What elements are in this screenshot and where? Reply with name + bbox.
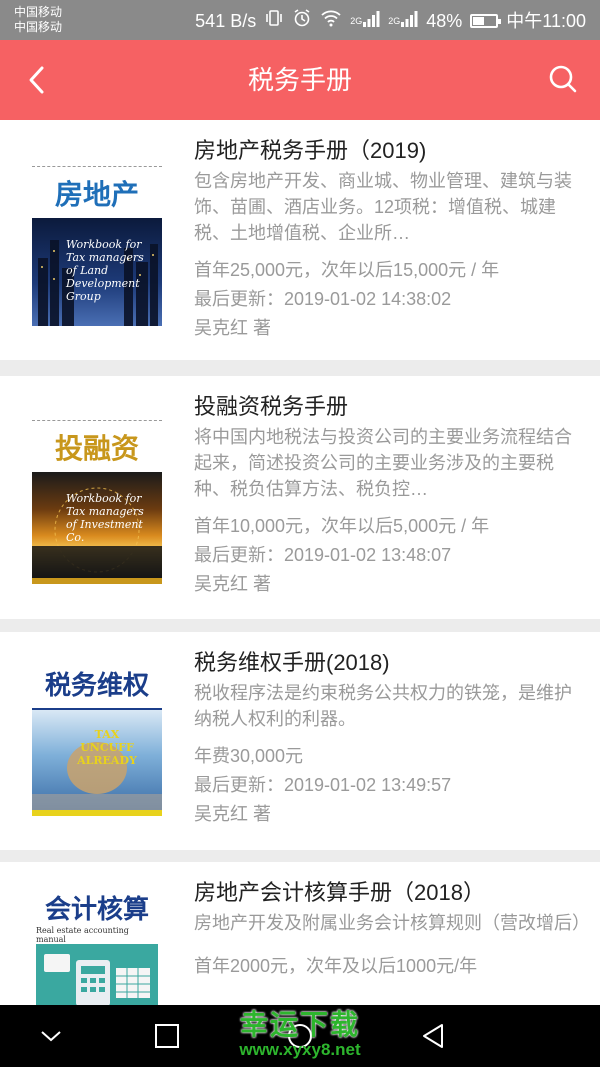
book-updated: 最后更新：2019-01-02 13:49:57	[194, 775, 452, 795]
cover-label: 房地产	[32, 166, 162, 218]
search-button[interactable]	[548, 64, 578, 94]
book-card[interactable]: 会计核算 Real estate accounting manual 房地产会计…	[0, 862, 600, 1005]
network-speed: 541 B/s	[195, 11, 257, 31]
status-bar: 中国移动 中国移动 541 B/s 2G 2G 48% 中午11:00	[0, 0, 600, 40]
book-info: 税务维权手册(2018) 税收程序法是约束税务公共权力的铁笼，是维护纳税人权利的…	[194, 648, 584, 829]
signal-label-2: 2G	[388, 16, 401, 26]
book-description: 包含房地产开发、商业城、物业管理、建筑与装饰、苗圃、酒店业务。12项税：增值税、…	[194, 171, 572, 243]
book-card[interactable]: 房地产 Workbook for Tax managers of Land De…	[0, 120, 600, 360]
search-icon	[549, 65, 577, 93]
book-card[interactable]: 税务维权 TAX UNCUFF ALREADY 税务维权手册(2018) 税收程…	[0, 632, 600, 850]
book-updated: 最后更新：2019-01-02 13:48:07	[194, 545, 452, 565]
book-title: 投融资税务手册	[194, 394, 349, 419]
carrier-line-2: 中国移动	[14, 20, 63, 34]
book-author: 吴克红 著	[194, 574, 272, 594]
book-description: 房地产开发及附属业务会计核算规则（营改增后）	[194, 913, 584, 933]
signal-icon-2: 2G	[388, 9, 418, 33]
book-price: 首年25,000元，次年以后15,000元 / 年	[194, 260, 500, 280]
carrier-info: 中国移动 中国移动	[14, 5, 62, 35]
watermark-title: 幸运下载	[239, 1009, 360, 1040]
book-updated: 最后更新：2019-01-02 14:38:02	[194, 289, 452, 309]
book-price: 首年10,000元，次年以后5,000元 / 年	[194, 516, 490, 536]
status-icons: 541 B/s 2G 2G 48% 中午11:00	[195, 8, 586, 34]
book-author: 吴克红 著	[194, 804, 272, 824]
book-info: 房地产会计核算手册（2018） 房地产开发及附属业务会计核算规则（营改增后） 首…	[194, 878, 584, 981]
cover-text: TAX UNCUFF ALREADY	[77, 728, 137, 767]
app-header: 税务手册	[0, 40, 600, 120]
book-price: 首年2000元，次年及以后1000元/年	[194, 956, 478, 976]
cover-subtitle: Real estate accounting manual	[36, 925, 129, 944]
alarm-icon	[292, 8, 312, 34]
book-description: 税收程序法是约束税务公共权力的铁笼，是维护纳税人权利的利器。	[194, 683, 572, 729]
cover-label: 会计核算	[44, 893, 149, 924]
cover-text: Workbook for Tax managers of Investment …	[66, 492, 144, 544]
book-info: 房地产税务手册（2019) 包含房地产开发、商业城、物业管理、建筑与装饰、苗圃、…	[194, 136, 584, 343]
cover-image: Workbook for Tax managers of Investment …	[32, 472, 162, 584]
watermark-url: www.xyxy8.net	[239, 1040, 361, 1059]
cover-image: Workbook for Tax managers of Land Develo…	[32, 218, 162, 326]
battery-icon	[470, 14, 502, 28]
book-price: 年费30,000元	[194, 746, 304, 766]
wifi-icon	[320, 8, 342, 34]
book-cover: 房地产 Workbook for Tax managers of Land De…	[32, 166, 162, 326]
cover-label: 税务维权	[32, 658, 162, 710]
cover-image	[36, 944, 158, 1005]
cover-label-block: 会计核算 Real estate accounting manual	[36, 888, 158, 944]
cover-label: 投融资	[32, 420, 162, 472]
book-title: 税务维权手册(2018)	[194, 650, 390, 675]
book-cover: 会计核算 Real estate accounting manual	[36, 888, 158, 1005]
book-title: 房地产会计核算手册（2018）	[194, 880, 485, 905]
book-cover: 投融资 Workbook for Tax managers of Investm…	[32, 420, 162, 584]
signal-icon-1: 2G	[350, 9, 380, 33]
page-title: 税务手册	[247, 65, 352, 95]
cover-text: Workbook for Tax managers of Land Develo…	[66, 238, 144, 303]
book-list: 房地产 Workbook for Tax managers of Land De…	[0, 120, 600, 1005]
clock: 中午11:00	[506, 11, 586, 31]
signal-label-1: 2G	[350, 16, 363, 26]
book-info: 投融资税务手册 将中国内地税法与投资公司的主要业务流程结合起来，简述投资公司的主…	[194, 392, 584, 599]
book-description: 将中国内地税法与投资公司的主要业务流程结合起来，简述投资公司的主要业务涉及的主要…	[194, 427, 572, 499]
carrier-line-1: 中国移动	[14, 5, 63, 19]
cover-image: TAX UNCUFF ALREADY	[32, 710, 162, 816]
battery-percent: 48%	[426, 11, 463, 31]
book-cover: 税务维权 TAX UNCUFF ALREADY	[32, 658, 162, 816]
book-card[interactable]: 投融资 Workbook for Tax managers of Investm…	[0, 376, 600, 619]
book-author: 吴克红 著	[194, 318, 272, 338]
book-title: 房地产税务手册（2019)	[194, 138, 427, 163]
vibrate-icon	[264, 8, 284, 34]
